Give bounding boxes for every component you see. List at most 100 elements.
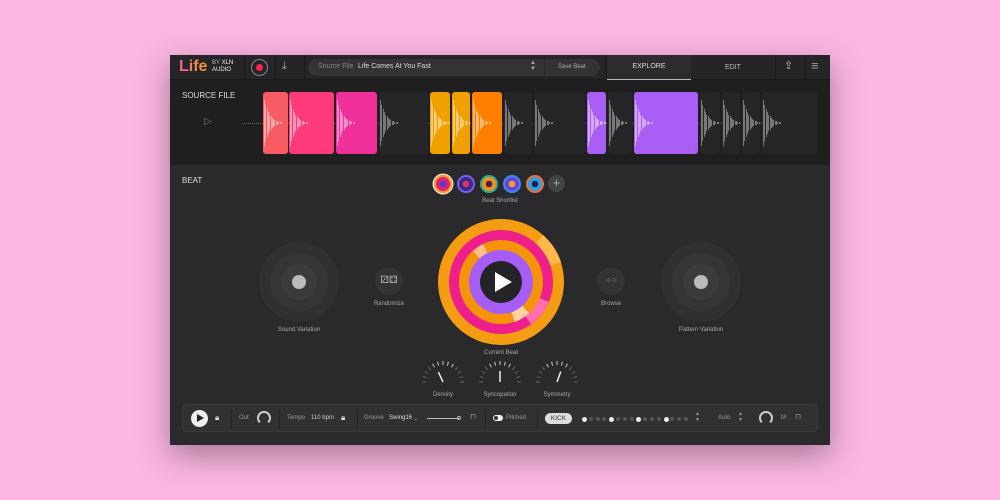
step-15[interactable] <box>677 417 682 421</box>
app-window: Life BY XLN AUDIO ⤓ Source File Life Come… <box>170 55 830 445</box>
step-11[interactable] <box>650 417 654 421</box>
step-16[interactable] <box>684 417 688 421</box>
step-arrows-icon[interactable]: ▲ ▼ <box>695 411 700 423</box>
groove-slider[interactable] <box>427 418 459 419</box>
transport-bar: 🔒︎ Out Tempo 110 bpm 🔒︎ Groove Swing16 ⌄… <box>182 404 818 432</box>
sound-variation-label: Sound Variation <box>277 327 321 333</box>
waveform-slice[interactable] <box>472 92 502 154</box>
waveform-slice[interactable] <box>336 92 377 154</box>
waveform-slice[interactable] <box>587 92 606 154</box>
mute-label[interactable]: M <box>781 415 786 421</box>
out-knob[interactable] <box>257 411 271 425</box>
brand-name: XLN <box>221 60 234 66</box>
source-file-label: Source File <box>318 63 354 70</box>
randomize-label: Randomize <box>373 301 405 307</box>
pattern-variation-label: Pattern Variation <box>678 327 724 333</box>
lock-icon[interactable]: 🔒︎ <box>215 413 219 423</box>
download-icon[interactable]: ⤓ <box>282 60 287 73</box>
shortlist-beat[interactable] <box>480 175 498 193</box>
step-1[interactable] <box>582 416 587 422</box>
waveform-slice[interactable] <box>379 92 428 154</box>
shortlist-beat[interactable] <box>434 175 452 193</box>
up-down-arrows-icon[interactable]: ▲ ▼ <box>530 60 536 72</box>
beat-title: BEAT <box>182 176 203 185</box>
level-knob[interactable] <box>759 411 773 425</box>
step-9[interactable] <box>636 416 642 422</box>
dice-icon: ⚂⚃ <box>380 275 398 286</box>
browse-button[interactable]: ⁘⁘ <box>597 267 625 295</box>
waveform-slice[interactable] <box>700 92 720 154</box>
step-6[interactable] <box>616 417 620 421</box>
auto-label: Auto <box>718 415 731 421</box>
header: Life BY XLN AUDIO ⤓ Source File Life Come… <box>170 55 830 80</box>
shortlist-beat[interactable] <box>503 175 521 193</box>
step-3[interactable] <box>595 417 600 421</box>
tab-edit[interactable]: EDIT <box>691 55 775 80</box>
pattern-variation-handle[interactable] <box>694 275 708 289</box>
add-beat-button[interactable]: + <box>548 175 565 192</box>
current-beat-label: Current Beat <box>483 350 519 356</box>
brand: BY XLN AUDIO <box>212 60 233 74</box>
play-button[interactable] <box>191 410 208 427</box>
record-button[interactable] <box>251 59 268 76</box>
waveform-slice[interactable] <box>452 92 470 154</box>
waveform-slice[interactable] <box>762 92 817 154</box>
knob-label: Density <box>432 392 453 398</box>
step-14[interactable] <box>670 417 675 421</box>
pitched-toggle[interactable] <box>493 415 503 421</box>
syncopation-knob[interactable] <box>475 360 525 388</box>
waveform-slice[interactable] <box>634 92 698 154</box>
step-12[interactable] <box>656 417 661 421</box>
randomize-button[interactable]: ⚂⚃ <box>375 267 403 295</box>
instrument-kick-button[interactable]: KICK <box>545 413 572 424</box>
tab-explore[interactable]: EXPLORE <box>607 55 691 80</box>
density-knob[interactable] <box>418 360 468 388</box>
step-13[interactable] <box>663 416 669 422</box>
symmetry-knob[interactable] <box>532 360 582 388</box>
auto-arrows-icon[interactable]: ▲ ▼ <box>738 411 743 423</box>
sound-variation-handle[interactable] <box>292 275 306 289</box>
step-8[interactable] <box>629 417 634 421</box>
tempo-value[interactable]: 110 bpm <box>311 415 334 421</box>
groove-label: Groove <box>364 415 384 421</box>
source-file-title: SOURCE FILE <box>182 91 236 100</box>
groove-unlock-icon[interactable]: ⊓ <box>470 412 476 421</box>
unlock-icon[interactable]: ⊓ <box>795 412 801 421</box>
play-source-icon[interactable]: ▷ <box>204 116 212 127</box>
browse-label: Browse <box>600 301 621 307</box>
logo: Life <box>179 58 208 75</box>
source-file-panel: SOURCE FILE ▷ <box>170 80 830 165</box>
waveform-slice[interactable] <box>742 92 760 154</box>
source-file-selector[interactable]: Source File Life Comes At You Fast ▲ ▼ Sa… <box>308 59 600 76</box>
tempo-label: Tempo <box>287 415 306 421</box>
step-2[interactable] <box>588 417 593 421</box>
shortlist-beat[interactable] <box>526 175 544 193</box>
record-icon <box>255 63 263 71</box>
play-icon <box>197 414 204 422</box>
groove-value[interactable]: Swing16 <box>389 415 412 421</box>
brand-by: BY <box>212 60 220 66</box>
current-beat-disc[interactable] <box>436 217 566 347</box>
waveform-slice[interactable] <box>608 92 632 154</box>
waveform-slice[interactable] <box>722 92 740 154</box>
waveform-slice[interactable] <box>534 92 585 154</box>
shortlist-beat[interactable] <box>457 175 475 193</box>
waveform-slice[interactable] <box>504 92 532 154</box>
chevron-down-icon[interactable]: ⌄ <box>413 415 418 422</box>
step-10[interactable] <box>643 417 648 421</box>
waveform-slice[interactable] <box>430 92 450 154</box>
share-icon[interactable]: ⇪ <box>784 59 793 72</box>
beat-shortlist-label: Beat Shortlist <box>482 198 518 204</box>
step-7[interactable] <box>622 417 627 421</box>
brand-audio: AUDIO <box>212 67 232 73</box>
grid-dots-icon: ⁘⁘ <box>605 276 617 285</box>
waveform-slice[interactable] <box>289 92 334 154</box>
menu-icon[interactable]: ≡ <box>811 59 819 73</box>
save-beat-button[interactable]: Save Beat <box>558 64 586 70</box>
step-4[interactable] <box>602 417 607 421</box>
out-label: Out <box>239 415 249 421</box>
source-file-value: Life Comes At You Fast <box>358 63 431 70</box>
tempo-lock-icon[interactable]: 🔒︎ <box>341 413 345 423</box>
step-5[interactable] <box>609 416 615 422</box>
waveform-slice[interactable] <box>263 92 288 154</box>
